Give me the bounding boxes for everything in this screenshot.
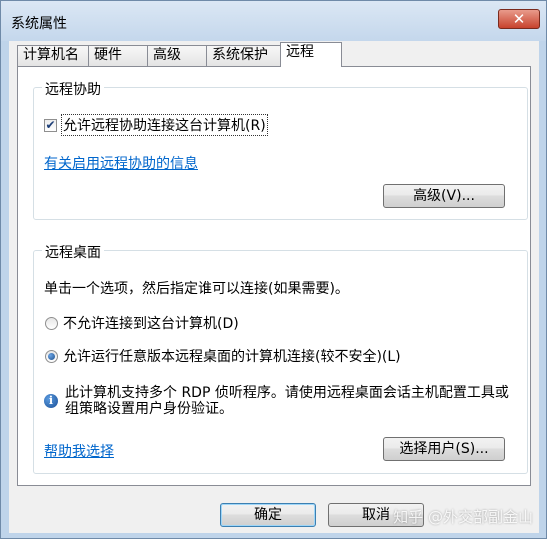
remote-desktop-instruction: 单击一个选项，然后指定谁可以连接(如果需要)。 (44, 281, 349, 297)
close-icon: ✕ (512, 10, 526, 28)
tab-advanced[interactable]: 高级 (147, 45, 207, 66)
radio-allow-any-version[interactable] (45, 350, 58, 363)
remote-desktop-group: 远程桌面 单击一个选项，然后指定谁可以连接(如果需要)。 不允许连接到这台计算机… (33, 242, 528, 474)
remote-tab-panel: 远程协助 ✔ 允许远程协助连接这台计算机(R) 有关启用远程协助的信息 高级(V… (17, 66, 531, 486)
select-users-button[interactable]: 选择用户(S)... (383, 437, 505, 461)
radio-deny-connections[interactable] (45, 317, 58, 330)
tab-label: 计算机名 (23, 47, 79, 63)
deny-connections-label[interactable]: 不允许连接到这台计算机(D) (63, 313, 239, 333)
title-bar[interactable]: 系统属性 ✕ (1, 1, 546, 41)
tab-remote[interactable]: 远程 (280, 42, 342, 67)
help-me-choose-link[interactable]: 帮助我选择 (44, 441, 114, 461)
checkmark-icon: ✔ (45, 118, 56, 132)
close-button[interactable]: ✕ (498, 9, 540, 29)
remote-assistance-group: 远程协助 ✔ 允许远程协助连接这台计算机(R) 有关启用远程协助的信息 高级(V… (33, 79, 528, 220)
tab-hardware[interactable]: 硬件 (88, 45, 148, 66)
window-title: 系统属性 (11, 16, 67, 32)
allow-remote-assistance-checkbox[interactable]: ✔ (44, 119, 57, 132)
zhihu-watermark: 知乎 @外交部副金山 (393, 508, 533, 526)
system-properties-window: 系统属性 ✕ 计算机名 硬件 高级 系统保护 远程 远程协助 ✔ 允许远程协助连… (0, 0, 547, 539)
tab-label: 远程 (286, 44, 314, 60)
allow-any-version-label[interactable]: 允许运行任意版本远程桌面的计算机连接(较不安全)(L) (63, 346, 401, 366)
dialog-client-area: 计算机名 硬件 高级 系统保护 远程 远程协助 ✔ 允许远程协助连接这台计算机(… (9, 41, 539, 533)
rdp-listener-info-text: 此计算机支持多个 RDP 侦听程序。请使用远程桌面会话主机配置工具或组策略设置用… (65, 385, 509, 417)
tab-computer-name[interactable]: 计算机名 (17, 45, 89, 66)
ok-button[interactable]: 确定 (220, 503, 316, 527)
advanced-button[interactable]: 高级(V)... (383, 184, 505, 208)
tab-label: 系统保护 (212, 47, 268, 63)
allow-remote-assistance-label[interactable]: 允许远程协助连接这台计算机(R) (61, 114, 268, 136)
remote-assistance-info-link[interactable]: 有关启用远程协助的信息 (44, 153, 198, 173)
remote-desktop-legend: 远程桌面 (42, 242, 104, 262)
tab-label: 高级 (153, 47, 181, 63)
tab-label: 硬件 (94, 47, 122, 63)
remote-assistance-legend: 远程协助 (42, 79, 104, 99)
info-icon: i (44, 394, 58, 408)
tab-system-protection[interactable]: 系统保护 (206, 45, 281, 66)
